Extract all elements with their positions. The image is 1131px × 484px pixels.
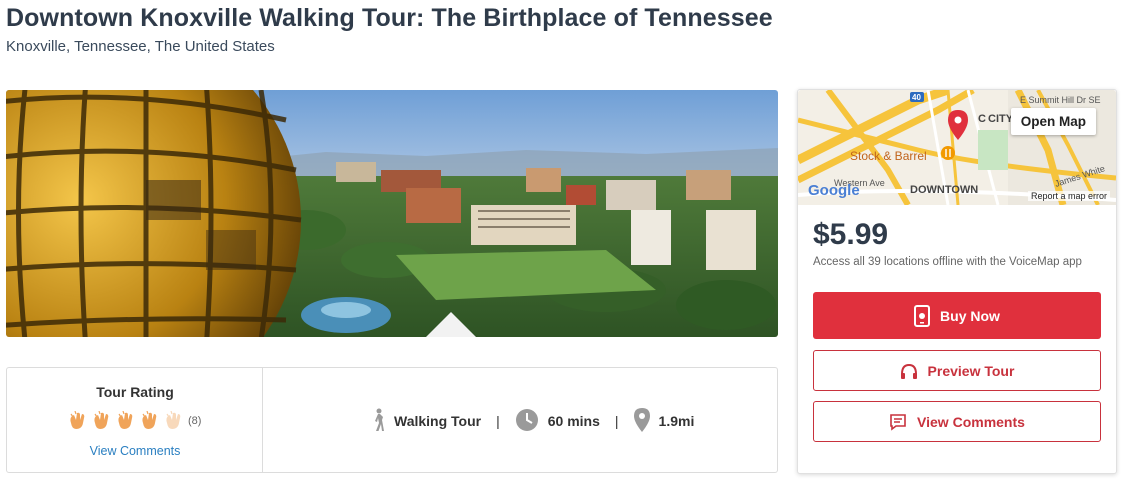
tour-duration: 60 mins [547, 413, 600, 429]
map-label-stock: Stock & Barrel [850, 149, 927, 163]
map-label-downtown: DOWNTOWN [910, 184, 978, 196]
open-map-button[interactable]: Open Map [1010, 108, 1096, 135]
clap-icon [118, 411, 133, 429]
hero-image [6, 90, 778, 337]
walking-icon [371, 408, 385, 435]
tour-distance: 1.9mi [658, 413, 695, 429]
phone-icon [914, 304, 931, 327]
map-label-city-prefix: C [978, 113, 986, 125]
google-logo: Google [808, 182, 860, 199]
purchase-card: C CITY E Summit Hill Dr SE Stock & Barre… [797, 89, 1117, 474]
map-label-summit: E Summit Hill Dr SE [1020, 95, 1101, 105]
google-logo-text: Google [808, 182, 860, 199]
comment-icon [889, 413, 907, 431]
tour-stats: Walking Tour | 60 mins | 1.9mi [371, 406, 694, 436]
buy-now-label: Buy Now [940, 307, 1000, 324]
rating-title: Tour Rating [96, 384, 174, 400]
view-comments-label: View Comments [917, 413, 1025, 430]
clap-icon [70, 411, 85, 429]
preview-tour-button[interactable]: Preview Tour [813, 350, 1101, 391]
tour-map[interactable]: C CITY E Summit Hill Dr SE Stock & Barre… [798, 90, 1116, 205]
rating-claps [67, 411, 187, 431]
report-map-error-link[interactable]: Report a map error [1027, 191, 1110, 201]
buy-now-button[interactable]: Buy Now [813, 292, 1101, 339]
map-label-city: CITY [988, 113, 1014, 125]
tour-price: $5.99 [813, 218, 889, 251]
separator: | [614, 413, 619, 429]
map-route-shield: 40 [912, 93, 921, 102]
tour-type: Walking Tour [394, 413, 482, 429]
location-pin-icon [633, 407, 650, 435]
clap-half-icon [166, 411, 181, 429]
clap-icon [142, 411, 157, 429]
preview-tour-label: Preview Tour [927, 362, 1015, 379]
view-comments-link[interactable]: View Comments [7, 444, 263, 458]
separator: | [496, 413, 500, 429]
rating-count: (8) [188, 415, 202, 427]
clock-icon [515, 408, 539, 435]
page-title: Downtown Knoxville Walking Tour: The Bir… [6, 4, 773, 32]
view-comments-button[interactable]: View Comments [813, 401, 1101, 442]
tour-info-panel: Tour Rating (8) View Comments Walking To… [6, 367, 778, 473]
clap-icon [94, 411, 109, 429]
rating-section: Tour Rating (8) View Comments [7, 368, 263, 472]
tour-location: Knoxville, Tennessee, The United States [6, 38, 275, 55]
headphones-icon [900, 363, 918, 379]
offline-note: Access all 39 locations offline with the… [813, 256, 1082, 268]
